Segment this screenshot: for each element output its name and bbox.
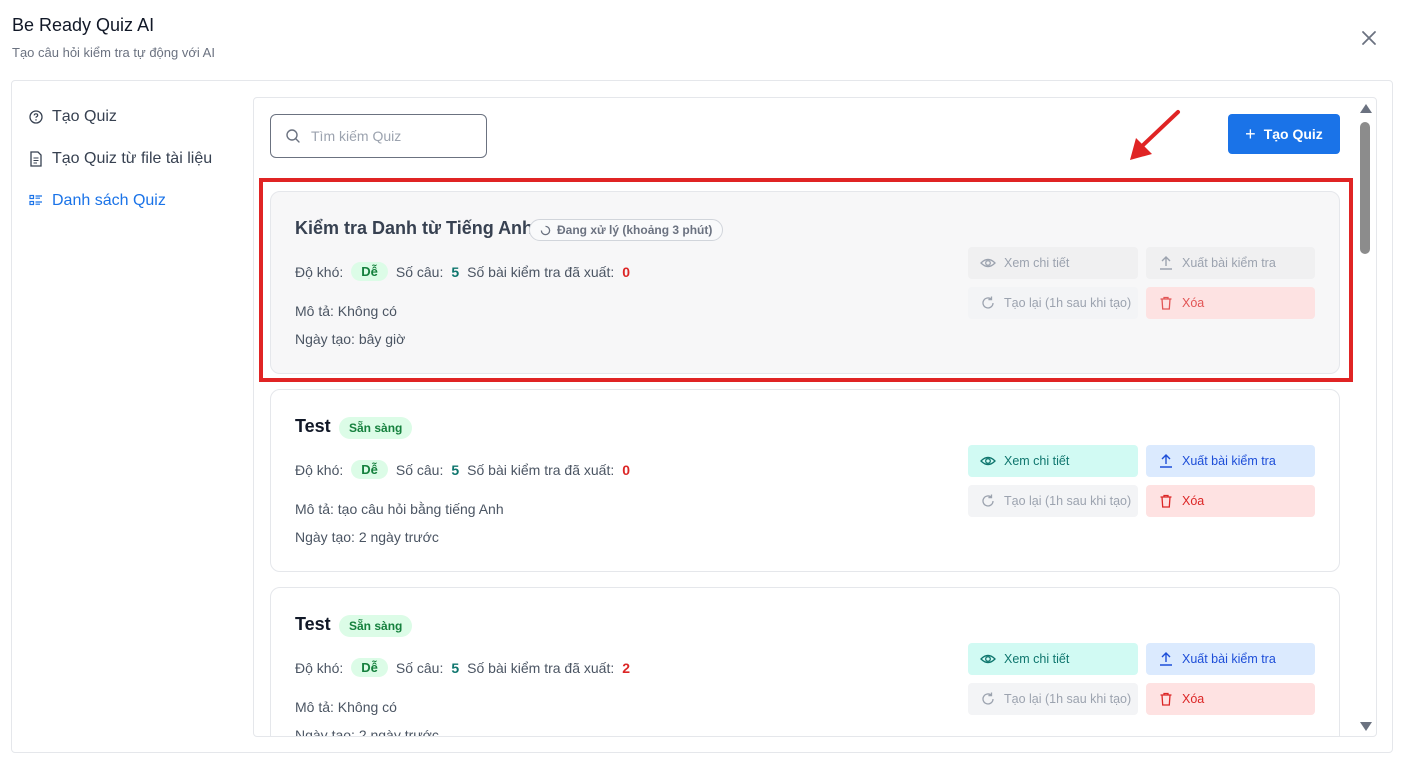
sidebar-item-create-quiz[interactable]: Tạo Quiz (28, 96, 238, 138)
export-test-button[interactable]: Xuất bài kiểm tra (1146, 643, 1315, 675)
exported-value: 2 (622, 659, 631, 676)
exported-label: Số bài kiểm tra đã xuất: (467, 659, 615, 676)
difficulty-label: Độ khó: (295, 659, 344, 676)
refresh-icon (980, 493, 996, 509)
regenerate-label: Tạo lại (1h sau khi tạo) (1004, 494, 1132, 508)
close-icon (1362, 31, 1376, 45)
plus-icon: + (1245, 123, 1256, 144)
view-details-label: Xem chi tiết (1004, 652, 1070, 666)
scrollbar[interactable] (1356, 98, 1376, 736)
exported-value: 0 (622, 461, 631, 478)
annotation-arrow-icon (1130, 110, 1180, 160)
export-test-label: Xuất bài kiểm tra (1182, 652, 1276, 666)
close-button[interactable] (1357, 26, 1381, 50)
quiz-title: Test (295, 416, 331, 436)
delete-button[interactable]: Xóa (1146, 683, 1315, 715)
sidebar-nav: Tạo Quiz Tạo Quiz từ file tài liệu Danh … (28, 96, 238, 222)
quiz-card: Test Sẵn sàng Độ khó: Dễ Số câu: 5 Số bà… (270, 587, 1340, 736)
delete-button[interactable]: Xóa (1146, 485, 1315, 517)
question-count-label: Số câu: (395, 461, 444, 478)
regenerate-button[interactable]: Tạo lại (1h sau khi tạo) (968, 485, 1138, 517)
delete-label: Xóa (1182, 494, 1205, 508)
sidebar-item-label: Tạo Quiz (52, 108, 117, 125)
status-badge: Sẵn sàng (339, 615, 413, 637)
quiz-description: Mô tả: Không có (295, 699, 397, 715)
question-count-label: Số câu: (395, 659, 444, 676)
search-input[interactable] (311, 128, 481, 144)
sidebar-item-create-from-file[interactable]: Tạo Quiz từ file tài liệu (28, 138, 238, 180)
status-badge: Sẵn sàng (339, 417, 413, 439)
annotation-highlight-box (259, 178, 1353, 382)
create-quiz-button[interactable]: + Tạo Quiz (1228, 114, 1340, 154)
difficulty-label: Độ khó: (295, 461, 344, 478)
export-test-button[interactable]: Xuất bài kiểm tra (1146, 445, 1315, 477)
difficulty-value: Dễ (351, 460, 388, 479)
trash-icon (1158, 493, 1174, 509)
dialog-header: Be Ready Quiz AI Tạo câu hỏi kiểm tra tự… (0, 0, 1405, 80)
document-icon (28, 151, 44, 167)
quiz-meta: Độ khó: Dễ Số câu: 5 Số bài kiểm tra đã … (295, 658, 630, 677)
question-count-value: 5 (451, 461, 460, 478)
quiz-created: Ngày tạo: 2 ngày trước (295, 529, 439, 545)
quiz-title: Test (295, 614, 331, 634)
scroll-up-arrow-icon[interactable] (1360, 104, 1372, 113)
upload-icon (1158, 453, 1174, 469)
search-icon (286, 129, 300, 143)
delete-label: Xóa (1182, 692, 1205, 706)
scrollbar-thumb[interactable] (1360, 122, 1370, 254)
list-icon (28, 193, 44, 209)
quiz-description: Mô tả: tạo câu hỏi bằng tiếng Anh (295, 501, 504, 517)
question-circle-icon (28, 109, 44, 125)
refresh-icon (980, 691, 996, 707)
regenerate-button[interactable]: Tạo lại (1h sau khi tạo) (968, 683, 1138, 715)
eye-icon (980, 651, 996, 667)
trash-icon (1158, 691, 1174, 707)
view-details-button[interactable]: Xem chi tiết (968, 445, 1138, 477)
quiz-created: Ngày tạo: 2 ngày trước (295, 727, 439, 736)
question-count-value: 5 (451, 659, 460, 676)
scroll-down-arrow-icon[interactable] (1360, 722, 1372, 731)
view-details-button[interactable]: Xem chi tiết (968, 643, 1138, 675)
sidebar-item-quiz-list[interactable]: Danh sách Quiz (28, 180, 238, 222)
view-details-label: Xem chi tiết (1004, 454, 1070, 468)
quiz-meta: Độ khó: Dễ Số câu: 5 Số bài kiểm tra đã … (295, 460, 630, 479)
sidebar-item-label: Danh sách Quiz (52, 192, 166, 209)
app-subtitle: Tạo câu hỏi kiểm tra tự động với AI (12, 45, 215, 60)
app-title: Be Ready Quiz AI (12, 15, 155, 35)
upload-icon (1158, 651, 1174, 667)
export-test-label: Xuất bài kiểm tra (1182, 454, 1276, 468)
exported-label: Số bài kiểm tra đã xuất: (467, 461, 615, 478)
eye-icon (980, 453, 996, 469)
search-box (270, 114, 487, 158)
regenerate-label: Tạo lại (1h sau khi tạo) (1004, 692, 1132, 706)
create-quiz-label: Tạo Quiz (1263, 126, 1323, 142)
sidebar-item-label: Tạo Quiz từ file tài liệu (52, 150, 213, 167)
quiz-card: Test Sẵn sàng Độ khó: Dễ Số câu: 5 Số bà… (270, 389, 1340, 572)
difficulty-value: Dễ (351, 658, 388, 677)
